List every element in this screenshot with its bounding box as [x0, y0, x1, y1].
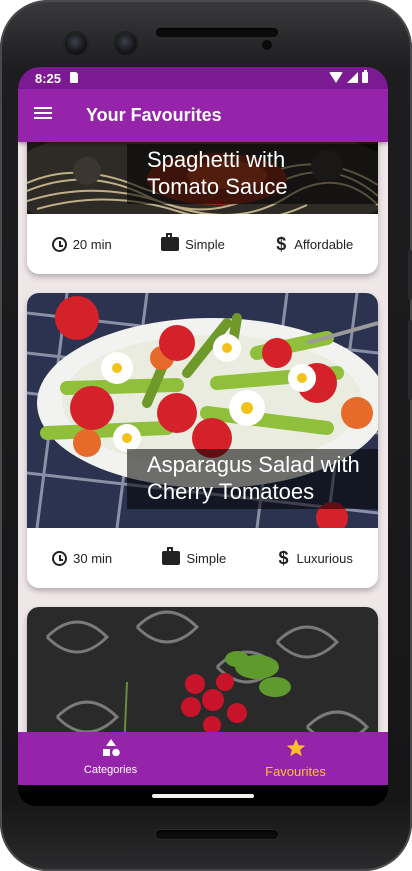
dollar-icon: $ — [278, 548, 289, 568]
front-camera-icon — [115, 33, 137, 55]
favourites-list[interactable]: Spaghetti with Tomato Sauce 20 min Simpl… — [18, 142, 388, 732]
affordability-label: Affordable — [294, 236, 354, 252]
clock-icon — [52, 550, 68, 566]
meal-duration: 20 min — [51, 236, 112, 252]
earpiece-speaker — [156, 28, 278, 37]
power-button — [408, 250, 412, 300]
phone-frame: 8:25 Your Favourites Spaghetti with Toma… — [0, 0, 412, 871]
gesture-bar-area — [18, 785, 388, 806]
meal-affordability: $ Affordable — [274, 234, 354, 254]
clock-icon — [51, 236, 67, 252]
battery-icon — [362, 70, 368, 83]
meal-card[interactable] — [27, 607, 378, 732]
meal-image — [27, 607, 378, 732]
duration-label: 30 min — [73, 550, 113, 566]
meal-meta: 30 min Simple $ Luxurious — [27, 528, 378, 588]
meal-title: Asparagus Salad with Cherry Tomatoes — [127, 449, 378, 509]
meal-duration: 30 min — [52, 550, 113, 566]
affordability-label: Luxurious — [296, 550, 353, 566]
meal-title: Spaghetti with Tomato Sauce — [127, 144, 378, 204]
meal-meta: 20 min Simple $ Affordable — [27, 214, 378, 274]
tab-categories[interactable]: Categories — [18, 738, 203, 776]
tab-label: Favourites — [265, 764, 326, 779]
dollar-icon: $ — [276, 234, 287, 254]
meal-complexity: Simple — [161, 233, 225, 252]
star-icon — [286, 739, 305, 757]
menu-icon[interactable] — [34, 105, 54, 125]
meal-affordability: $ Luxurious — [276, 548, 353, 568]
complexity-label: Simple — [185, 236, 225, 252]
meal-complexity: Simple — [162, 547, 227, 566]
status-time: 8:25 — [35, 71, 62, 86]
category-shapes-icon — [102, 739, 120, 757]
volume-button — [408, 320, 412, 400]
bottom-speaker — [156, 830, 278, 839]
status-bar: 8:25 — [18, 67, 388, 89]
briefcase-icon — [161, 233, 180, 251]
tab-label: Categories — [83, 764, 138, 776]
front-camera-icon — [65, 33, 87, 55]
page-title: Your Favourites — [86, 105, 222, 125]
briefcase-icon — [162, 547, 181, 565]
proximity-sensor — [262, 40, 272, 50]
wifi-icon — [329, 72, 343, 83]
complexity-label: Simple — [186, 550, 227, 566]
app-bar: Your Favourites — [18, 89, 388, 142]
bottom-navigation: Categories Favourites — [18, 732, 388, 785]
tab-favourites[interactable]: Favourites — [203, 738, 388, 779]
duration-label: 20 min — [72, 236, 112, 252]
status-icons — [329, 70, 368, 83]
screen: 8:25 Your Favourites Spaghetti with Toma… — [18, 67, 388, 806]
sd-card-icon — [70, 72, 78, 83]
meal-card[interactable]: Spaghetti with Tomato Sauce 20 min Simpl… — [27, 142, 378, 274]
signal-icon — [347, 72, 358, 83]
meal-card[interactable]: Asparagus Salad with Cherry Tomatoes 30 … — [27, 293, 378, 588]
home-gesture-bar[interactable] — [152, 794, 254, 798]
